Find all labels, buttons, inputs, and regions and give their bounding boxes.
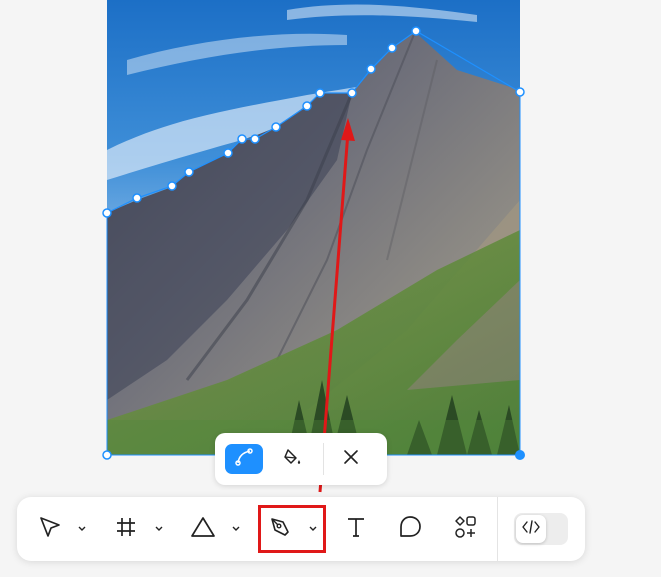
pen-tool-dropdown[interactable] bbox=[306, 521, 320, 537]
anchor-point[interactable] bbox=[387, 43, 397, 53]
code-brackets-icon bbox=[521, 518, 541, 541]
triangle-icon bbox=[190, 515, 216, 544]
anchor-point[interactable] bbox=[237, 134, 247, 144]
chevron-down-icon bbox=[231, 520, 241, 538]
frame-tool-button[interactable] bbox=[114, 512, 138, 546]
actions-tool-button[interactable] bbox=[452, 512, 478, 546]
anchor-point[interactable] bbox=[347, 88, 357, 98]
divider bbox=[323, 443, 324, 475]
cursor-arrow-icon bbox=[37, 514, 63, 545]
shape-tool-dropdown[interactable] bbox=[229, 521, 243, 537]
close-icon bbox=[342, 448, 360, 471]
anchor-point[interactable] bbox=[102, 208, 112, 218]
text-tool-button[interactable] bbox=[344, 512, 368, 546]
shape-tool-button[interactable] bbox=[190, 512, 216, 546]
anchor-point[interactable] bbox=[167, 181, 177, 191]
frame-tool-dropdown[interactable] bbox=[152, 521, 166, 537]
design-canvas[interactable] bbox=[0, 0, 661, 577]
move-tool-button[interactable] bbox=[37, 512, 63, 546]
chevron-down-icon bbox=[77, 520, 87, 538]
anchor-point[interactable] bbox=[315, 88, 325, 98]
comment-tool-button[interactable] bbox=[397, 512, 423, 546]
path-tool-button[interactable] bbox=[225, 444, 263, 474]
dev-mode-toggle[interactable] bbox=[514, 513, 568, 545]
anchor-point[interactable] bbox=[184, 167, 194, 177]
mountain-photo bbox=[107, 0, 520, 455]
anchor-point[interactable] bbox=[411, 26, 421, 36]
speech-bubble-icon bbox=[397, 514, 423, 545]
mountain-image[interactable] bbox=[107, 0, 520, 455]
anchor-point[interactable] bbox=[271, 122, 281, 132]
anchor-point[interactable] bbox=[515, 87, 525, 97]
move-tool-dropdown[interactable] bbox=[75, 521, 89, 537]
anchor-point[interactable] bbox=[302, 101, 312, 111]
anchor-point[interactable] bbox=[250, 134, 260, 144]
frame-hash-icon bbox=[114, 515, 138, 544]
components-plus-icon bbox=[452, 514, 478, 545]
chevron-down-icon bbox=[308, 520, 318, 538]
anchor-point-selected[interactable] bbox=[515, 450, 525, 460]
bezier-curve-icon bbox=[233, 446, 255, 473]
main-toolbar bbox=[17, 497, 585, 561]
paint-bucket-icon bbox=[281, 446, 303, 473]
dev-mode-knob bbox=[516, 515, 546, 543]
text-t-icon bbox=[344, 515, 368, 544]
toolbar-divider bbox=[497, 497, 498, 561]
pen-nib-icon bbox=[267, 514, 293, 545]
close-subtoolbar-button[interactable] bbox=[332, 444, 370, 474]
anchor-point[interactable] bbox=[102, 450, 112, 460]
anchor-point[interactable] bbox=[366, 64, 376, 74]
pen-tool-button[interactable] bbox=[267, 512, 293, 546]
anchor-point[interactable] bbox=[223, 148, 233, 158]
anchor-point[interactable] bbox=[132, 193, 142, 203]
pen-subtoolbar bbox=[215, 433, 387, 485]
chevron-down-icon bbox=[154, 520, 164, 538]
fill-tool-button[interactable] bbox=[273, 444, 311, 474]
